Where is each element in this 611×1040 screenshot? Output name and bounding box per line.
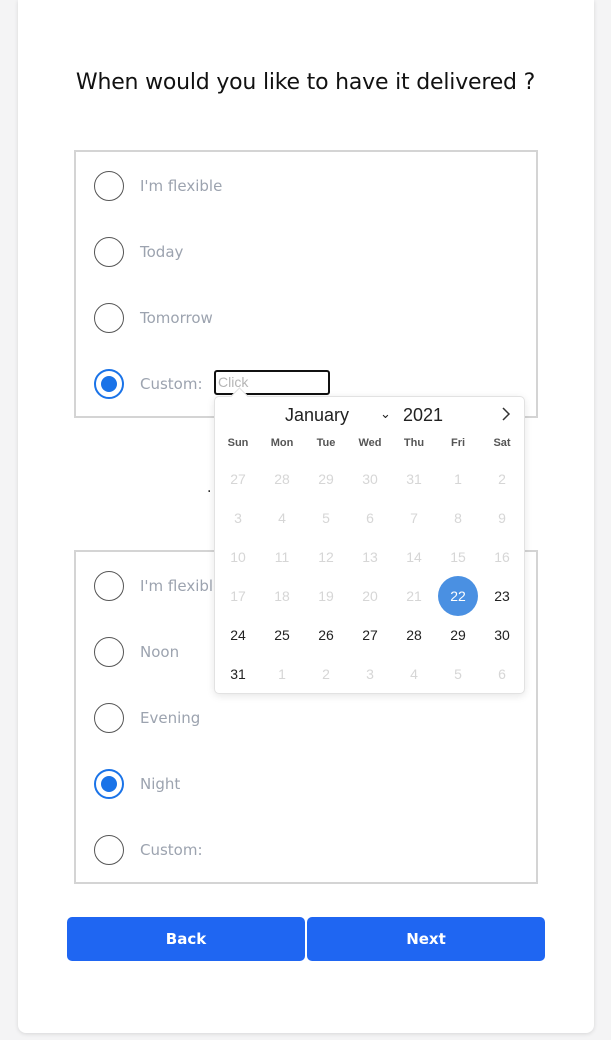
calendar-day[interactable]: 2	[482, 459, 522, 499]
time-option-flexible[interactable]: I'm flexible	[94, 569, 222, 603]
calendar-day[interactable]: 3	[350, 654, 390, 694]
calendar-day[interactable]: 10	[218, 537, 258, 577]
weekday-header: Sun Mon Tue Wed Thu Fri Sat	[215, 437, 524, 457]
date-option-custom[interactable]: Custom:	[94, 367, 203, 401]
separator-text: .	[207, 480, 212, 496]
back-button[interactable]: Back	[67, 917, 305, 961]
weekday-label: Sun	[227, 437, 249, 449]
calendar-day[interactable]: 13	[350, 537, 390, 577]
calendar-day[interactable]: 29	[438, 615, 478, 655]
calendar-day[interactable]: 14	[394, 537, 434, 577]
date-radio-tomorrow[interactable]	[94, 303, 124, 333]
calendar-day[interactable]: 28	[262, 459, 302, 499]
date-radio-today[interactable]	[94, 237, 124, 267]
date-radio-custom[interactable]	[94, 369, 124, 399]
date-option-flexible[interactable]: I'm flexible	[94, 169, 222, 203]
time-option-custom[interactable]: Custom:	[94, 833, 203, 867]
date-option-tomorrow[interactable]: Tomorrow	[94, 301, 213, 335]
chevron-right-icon[interactable]	[499, 405, 513, 423]
date-picker-popup: January ⌄ 2021 Sun Mon Tue Wed Thu Fri S…	[214, 396, 525, 694]
calendar-day[interactable]: 5	[438, 654, 478, 694]
weekday-label: Mon	[270, 437, 294, 449]
calendar-day[interactable]: 2	[306, 654, 346, 694]
calendar-day[interactable]: 3	[218, 498, 258, 538]
time-radio-noon[interactable]	[94, 637, 124, 667]
calendar-day[interactable]: 11	[262, 537, 302, 577]
calendar-day[interactable]: 6	[482, 654, 522, 694]
calendar-day[interactable]: 31	[394, 459, 434, 499]
chevron-down-icon[interactable]: ⌄	[380, 407, 391, 422]
date-option-today[interactable]: Today	[94, 235, 183, 269]
calendar-day[interactable]: 29	[306, 459, 346, 499]
time-radio-night[interactable]	[94, 769, 124, 799]
time-option-night[interactable]: Night	[94, 767, 180, 801]
date-option-label: Tomorrow	[140, 309, 213, 327]
time-option-label: Custom:	[140, 841, 203, 859]
weekday-label: Fri	[450, 437, 466, 449]
calendar-day[interactable]: 1	[262, 654, 302, 694]
time-radio-flexible[interactable]	[94, 571, 124, 601]
weekday-label: Thu	[403, 437, 425, 449]
calendar-day[interactable]: 17	[218, 576, 258, 616]
next-button[interactable]: Next	[307, 917, 545, 961]
calendar-day[interactable]: 26	[306, 615, 346, 655]
time-option-label: I'm flexible	[140, 577, 223, 595]
calendar-day[interactable]: 27	[350, 615, 390, 655]
calendar-day[interactable]: 27	[218, 459, 258, 499]
calendar-day[interactable]: 9	[482, 498, 522, 538]
weekday-label: Tue	[316, 437, 336, 449]
calendar-day[interactable]: 8	[438, 498, 478, 538]
weekday-label: Wed	[358, 437, 382, 449]
calendar-day[interactable]: 21	[394, 576, 434, 616]
calendar-day[interactable]: 1	[438, 459, 478, 499]
calendar-day[interactable]: 12	[306, 537, 346, 577]
calendar-day[interactable]: 18	[262, 576, 302, 616]
calendar-day[interactable]: 7	[394, 498, 434, 538]
time-radio-evening[interactable]	[94, 703, 124, 733]
calendar-day-selected[interactable]: 22	[438, 576, 478, 616]
date-option-label: Today	[140, 243, 184, 261]
calendar-day[interactable]: 4	[394, 654, 434, 694]
page-title: When would you like to have it delivered…	[75, 70, 536, 95]
calendar-day[interactable]: 28	[394, 615, 434, 655]
calendar-day[interactable]: 25	[262, 615, 302, 655]
month-select[interactable]: January	[285, 405, 349, 426]
calendar-day[interactable]: 4	[262, 498, 302, 538]
time-option-noon[interactable]: Noon	[94, 635, 179, 669]
time-option-evening[interactable]: Evening	[94, 701, 200, 735]
custom-date-input[interactable]: Click	[214, 370, 330, 395]
calendar-day[interactable]: 24	[218, 615, 258, 655]
calendar-day[interactable]: 15	[438, 537, 478, 577]
calendar-day[interactable]: 30	[482, 615, 522, 655]
calendar-day[interactable]: 5	[306, 498, 346, 538]
date-option-label: Custom:	[140, 375, 203, 393]
calendar-day[interactable]: 30	[350, 459, 390, 499]
calendar-day[interactable]: 6	[350, 498, 390, 538]
time-option-label: Evening	[140, 709, 201, 727]
calendar-day[interactable]: 16	[482, 537, 522, 577]
calendar-day[interactable]: 31	[218, 654, 258, 694]
time-radio-custom[interactable]	[94, 835, 124, 865]
weekday-label: Sat	[493, 437, 511, 449]
calendar-day[interactable]: 19	[306, 576, 346, 616]
year-display[interactable]: 2021	[403, 405, 443, 426]
calendar-day[interactable]: 23	[482, 576, 522, 616]
date-option-label: I'm flexible	[140, 177, 223, 195]
calendar-day[interactable]: 20	[350, 576, 390, 616]
time-option-label: Night	[140, 775, 181, 793]
time-option-label: Noon	[140, 643, 180, 661]
date-radio-flexible[interactable]	[94, 171, 124, 201]
